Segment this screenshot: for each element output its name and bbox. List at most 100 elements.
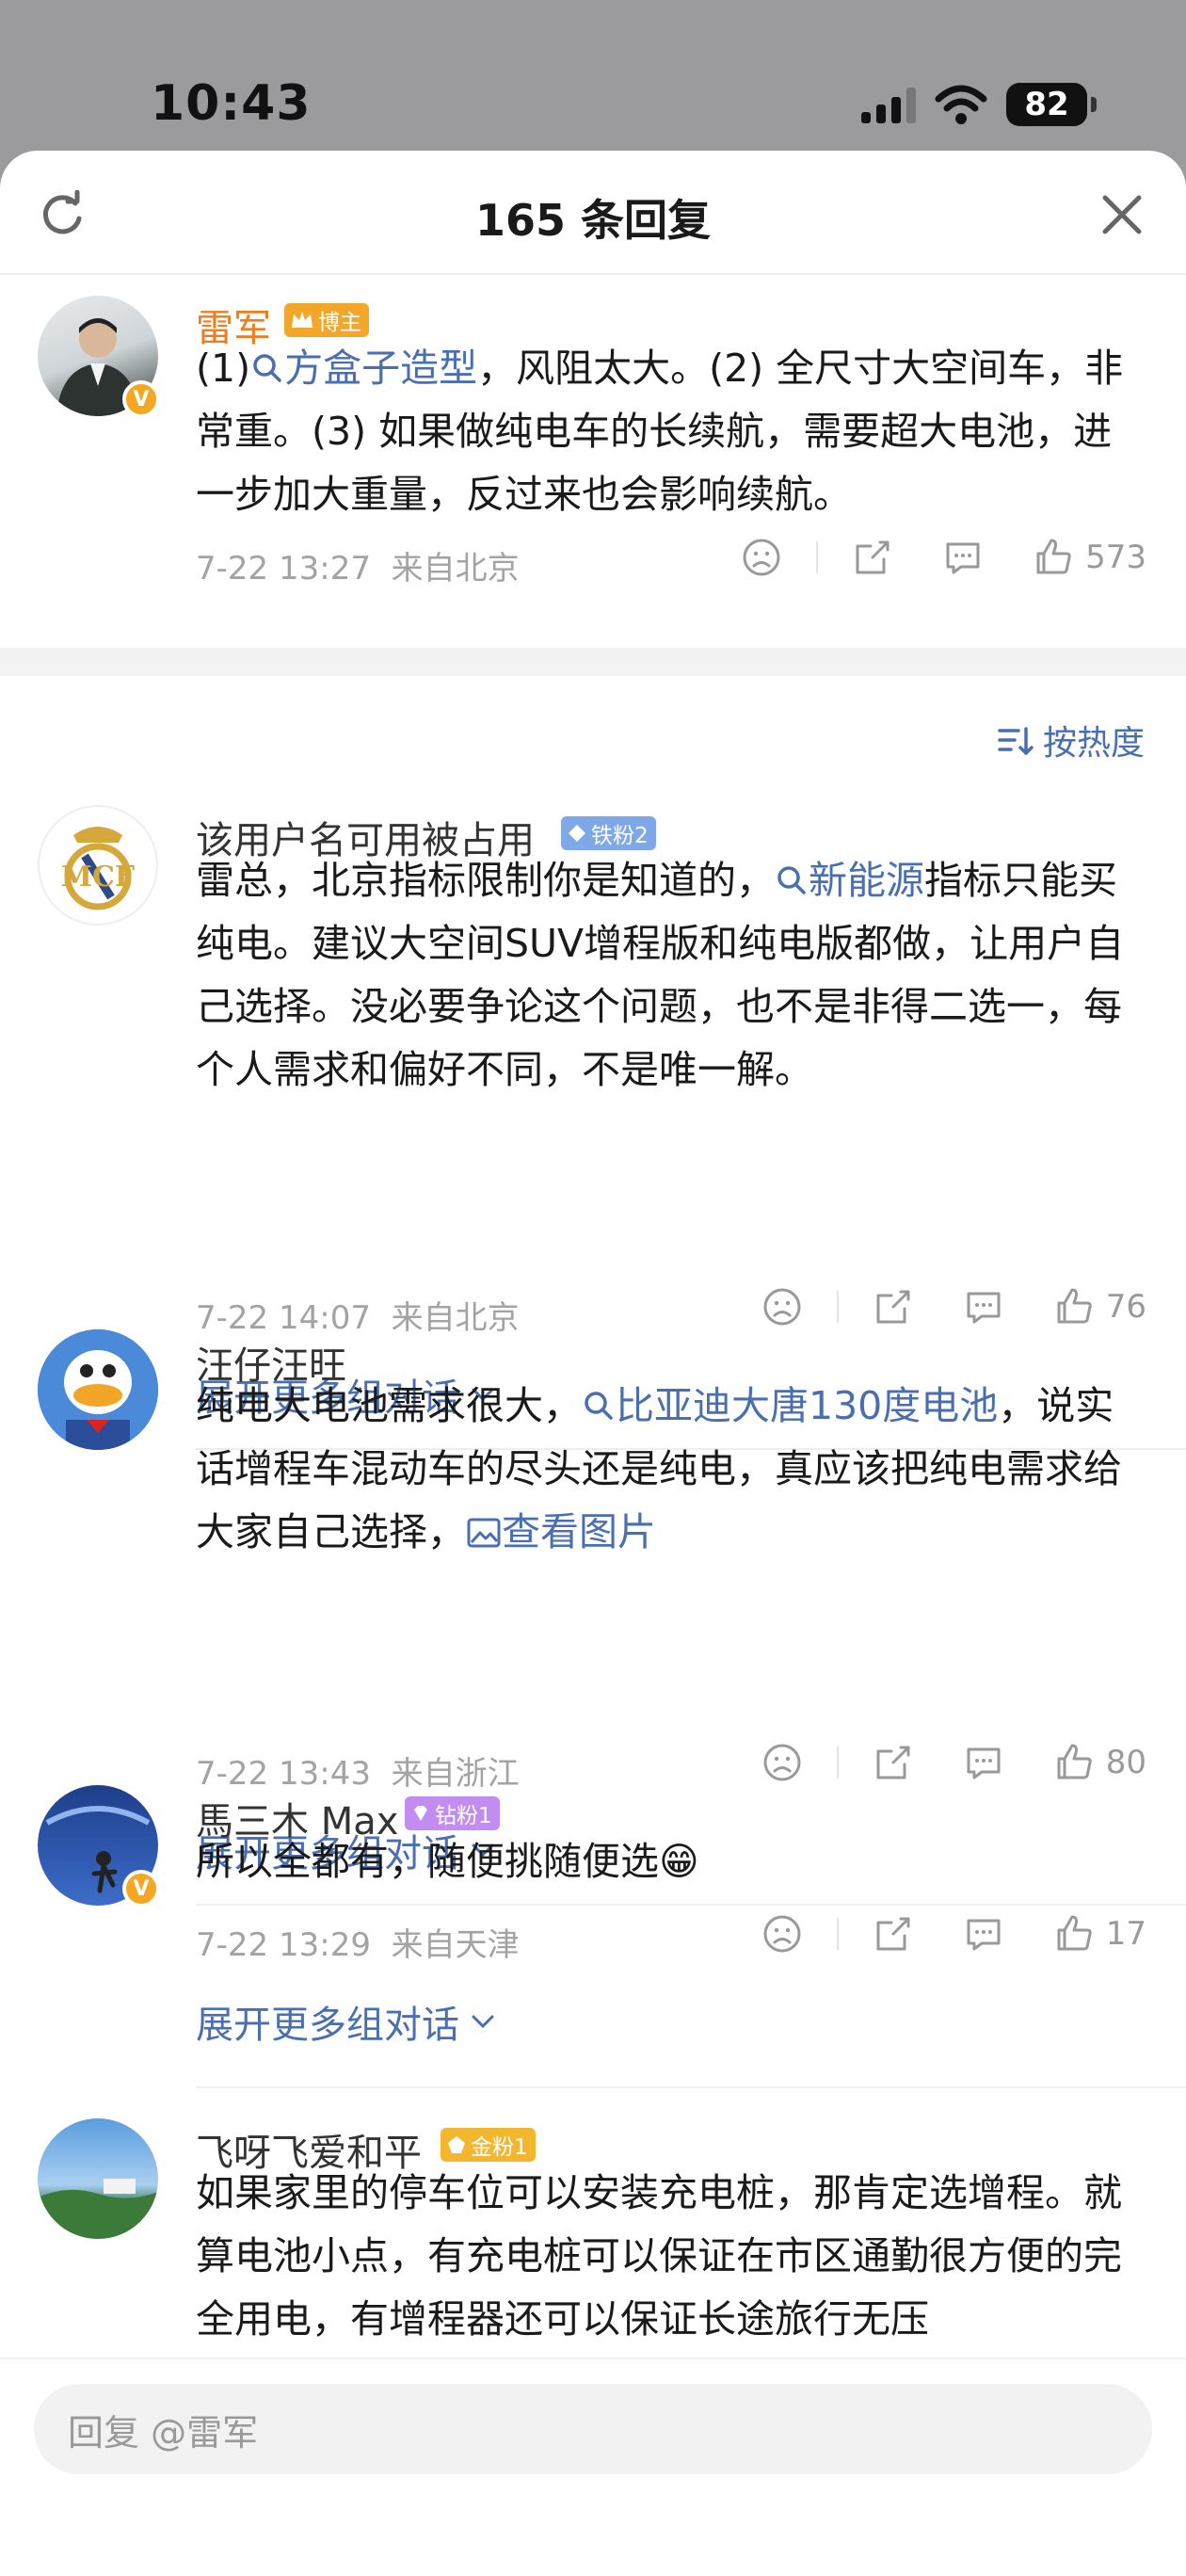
sort-button[interactable]: 按热度 xyxy=(996,716,1145,765)
svg-text:MCF: MCF xyxy=(61,861,135,894)
thumbs-up-icon xyxy=(1057,1915,1092,1951)
expand-label: 展开更多组对话 xyxy=(196,2004,459,2047)
comment-time: 7-22 13:43 xyxy=(196,1755,371,1793)
sort-icon xyxy=(998,727,1034,755)
dislike-button[interactable] xyxy=(741,537,782,578)
like-count: 76 xyxy=(1105,1288,1146,1326)
comment-text-a: 纯电大电池需求很大， xyxy=(196,1383,582,1428)
topic-link-label: 方盒子造型 xyxy=(284,346,478,391)
reply-button[interactable] xyxy=(942,537,984,578)
search-icon xyxy=(777,866,806,894)
comment-actions: 17 xyxy=(761,1913,1146,1955)
divider xyxy=(196,2086,1186,2088)
gold-gem-icon xyxy=(448,2136,465,2153)
avatar[interactable]: MCF xyxy=(38,805,158,926)
fan-badge: 金粉1 xyxy=(441,2128,536,2162)
replies-sheet: 165 条回复 V 雷军 博主 (1) 方盒子造型，风阻太大。(2) 全尺寸大空间… xyxy=(0,151,1186,2576)
comment-location: 来自北京 xyxy=(391,1299,520,1337)
comment-location: 来自北京 xyxy=(391,550,520,588)
battery-icon: 82 xyxy=(1006,83,1097,126)
comment-time: 7-22 13:29 xyxy=(196,1926,371,1964)
comment-icon xyxy=(967,1292,1001,1324)
root-comment: V 雷军 博主 (1) 方盒子造型，风阻太大。(2) 全尺寸大空间车，非常重。(3… xyxy=(0,275,1186,648)
verified-icon: V xyxy=(122,380,160,418)
cartoon-duck-icon xyxy=(38,1329,158,1450)
comment-text-a: 所以全都有，随便挑随便选 xyxy=(196,1839,659,1884)
avatar[interactable] xyxy=(38,2118,158,2239)
like-button[interactable]: 80 xyxy=(1053,1742,1146,1783)
comment-icon xyxy=(946,542,980,574)
like-count: 17 xyxy=(1105,1915,1146,1953)
comment-text: 所以全都有，随便挑随便选😁 xyxy=(196,1830,1137,1893)
thumbs-up-icon xyxy=(1036,539,1071,574)
status-bar: 10:43 82 xyxy=(0,0,1186,151)
topic-link-label: 新能源 xyxy=(809,858,924,903)
image-icon xyxy=(467,1518,501,1548)
status-time: 10:43 xyxy=(151,75,312,132)
share-button[interactable] xyxy=(873,1742,914,1783)
sort-label: 按热度 xyxy=(1042,724,1145,763)
close-icon[interactable] xyxy=(1099,192,1145,237)
frown-icon xyxy=(763,1744,801,1781)
comment-location: 来自浙江 xyxy=(391,1755,520,1793)
reply-button[interactable] xyxy=(963,1286,1004,1328)
chevron-down-icon xyxy=(472,2015,494,2029)
verified-icon: V xyxy=(122,1870,160,1908)
fan-badge-label: 钻粉1 xyxy=(435,1804,492,1828)
comment-text-pre: (1) xyxy=(196,346,251,391)
wifi-icon xyxy=(935,85,987,124)
crown-icon xyxy=(292,312,313,328)
comment-text: (1) 方盒子造型，风阻太大。(2) 全尺寸大空间车，非常重。(3) 如果做纯电车… xyxy=(196,337,1137,526)
comment-text: 如果家里的停车位可以安装充电桩，那肯定选增程。就算电池小点，有充电桩可以保证在市… xyxy=(196,2162,1137,2351)
share-button[interactable] xyxy=(852,537,893,578)
like-count: 80 xyxy=(1105,1744,1146,1781)
sheet-header: 165 条回复 xyxy=(0,151,1186,275)
expand-thread-button[interactable]: 展开更多组对话 xyxy=(196,1994,497,2049)
club-crest-icon: MCF xyxy=(61,827,135,910)
comment-time: 7-22 14:07 xyxy=(196,1299,371,1337)
avatar[interactable] xyxy=(38,1329,158,1450)
dislike-button[interactable] xyxy=(761,1286,803,1328)
comment-actions: 76 xyxy=(761,1286,1146,1328)
comment-location: 来自天津 xyxy=(391,1926,520,1964)
reply-button[interactable] xyxy=(963,1913,1004,1955)
divider xyxy=(196,1904,1186,1906)
fan-badge-label: 金粉1 xyxy=(471,2135,528,2160)
view-image-label: 查看图片 xyxy=(502,1509,656,1554)
comment-actions: 573 xyxy=(741,537,1146,578)
author-tag: 博主 xyxy=(284,303,369,337)
like-button[interactable]: 17 xyxy=(1053,1913,1146,1955)
comment-icon xyxy=(967,1919,1001,1951)
reply-bar: 回复 @雷军 xyxy=(0,2358,1186,2576)
share-icon xyxy=(876,1290,910,1324)
reply-button[interactable] xyxy=(963,1742,1004,1783)
fan-badge: 钻粉1 xyxy=(405,1796,500,1830)
like-button[interactable]: 573 xyxy=(1033,537,1146,578)
like-count: 573 xyxy=(1085,539,1146,576)
fan-badge-label: 铁粉2 xyxy=(591,824,649,848)
share-button[interactable] xyxy=(873,1286,914,1328)
like-button[interactable]: 76 xyxy=(1053,1286,1146,1328)
frown-icon xyxy=(763,1915,801,1953)
grin-emoji: 😁 xyxy=(659,1839,699,1884)
page-title: 165 条回复 xyxy=(474,195,712,246)
status-icons: 82 xyxy=(861,83,1097,126)
dislike-button[interactable] xyxy=(761,1913,803,1955)
thumbs-up-icon xyxy=(1057,1744,1092,1779)
dislike-button[interactable] xyxy=(761,1742,803,1783)
reply-input[interactable]: 回复 @雷军 xyxy=(34,2384,1152,2474)
topic-link[interactable]: 新能源 xyxy=(775,858,924,903)
section-separator xyxy=(0,648,1186,676)
search-icon xyxy=(253,354,281,382)
share-button[interactable] xyxy=(873,1913,914,1955)
diamond-icon xyxy=(414,1806,427,1821)
topic-link[interactable]: 比亚迪大唐130度电池 xyxy=(582,1383,998,1428)
frown-icon xyxy=(743,539,780,576)
comment-meta: 7-22 13:29 来自天津 xyxy=(196,1919,520,1965)
landscape-icon xyxy=(38,2179,158,2239)
divider xyxy=(836,1918,839,1950)
topic-link[interactable]: 方盒子造型 xyxy=(250,346,477,391)
comment-meta: 7-22 14:07 来自北京 xyxy=(196,1292,520,1338)
view-image-link[interactable]: 查看图片 xyxy=(466,1509,656,1554)
diamond-icon xyxy=(569,825,585,842)
